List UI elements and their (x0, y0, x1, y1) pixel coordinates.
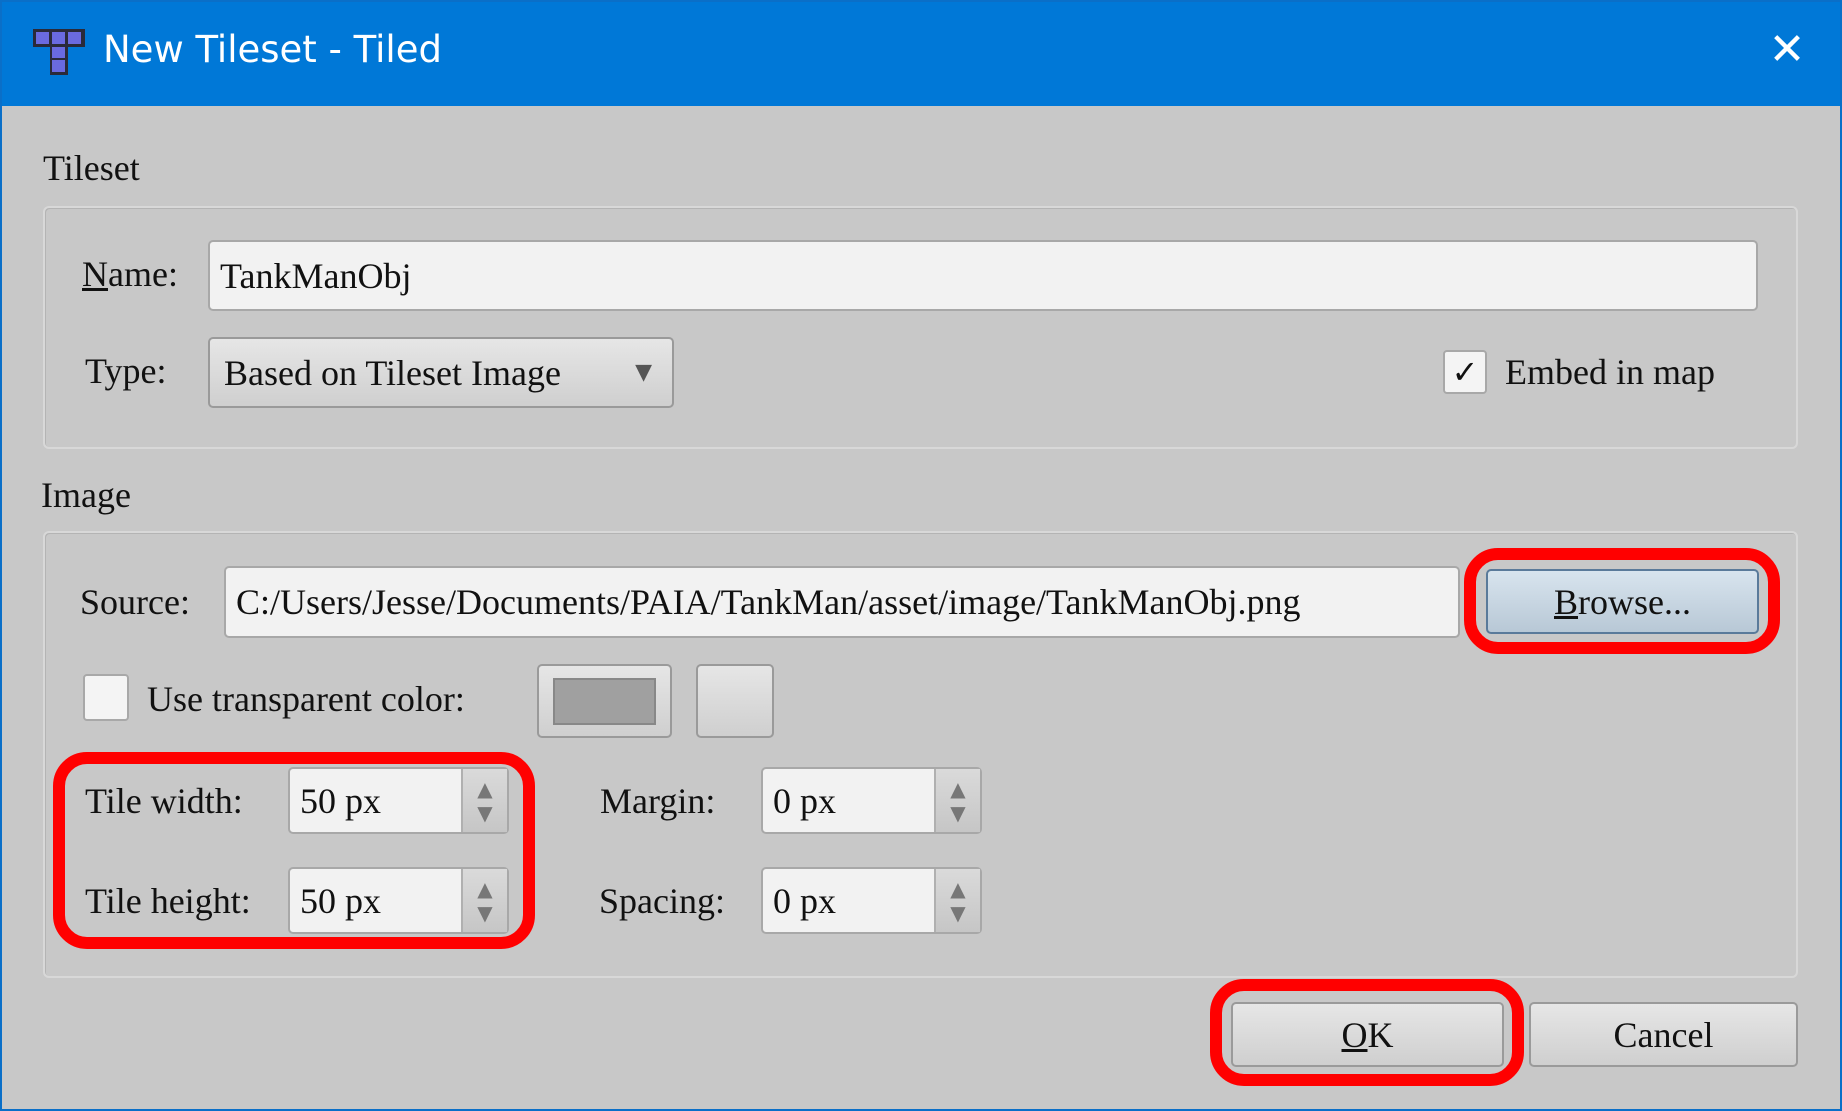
color-swatch (553, 677, 656, 725)
checkmark-icon: ✓ (1451, 353, 1479, 391)
cancel-button[interactable]: Cancel (1529, 1002, 1798, 1067)
tiled-app-icon (33, 29, 85, 75)
highlight-tile-size (53, 752, 535, 949)
source-input[interactable]: C:/Users/Jesse/Documents/PAIA/TankMan/as… (224, 566, 1460, 638)
highlight-ok (1210, 979, 1524, 1086)
color-picker-button[interactable] (537, 664, 672, 738)
margin-value[interactable]: 0 px (763, 769, 934, 832)
image-group-label: Image (41, 475, 131, 515)
source-label: Source: (80, 582, 190, 622)
spin-up-icon[interactable]: ▲ (950, 877, 965, 901)
embed-label: Embed in map (1505, 352, 1715, 392)
margin-label: Margin: (600, 781, 716, 821)
transparent-color-checkbox[interactable] (83, 674, 129, 721)
highlight-browse (1464, 548, 1780, 654)
close-icon[interactable]: ✕ (1762, 22, 1812, 78)
window-title: New Tileset - Tiled (103, 28, 442, 71)
type-dropdown[interactable]: Based on Tileset Image ▼ (208, 337, 674, 408)
spin-down-icon[interactable]: ▼ (950, 901, 965, 925)
name-label: Name: (82, 254, 178, 294)
name-input[interactable]: TankManObj (208, 240, 1758, 311)
embed-checkbox[interactable]: ✓ (1443, 350, 1487, 394)
type-label: Type: (85, 351, 167, 391)
transparent-color-label: Use transparent color: (147, 679, 465, 719)
type-value: Based on Tileset Image (224, 352, 561, 393)
spacing-spinbox[interactable]: 0 px ▲ ▼ (761, 867, 982, 934)
margin-spinbox[interactable]: 0 px ▲ ▼ (761, 767, 982, 834)
spacing-value[interactable]: 0 px (763, 869, 934, 932)
spin-down-icon[interactable]: ▼ (950, 801, 965, 825)
chevron-down-icon: ▼ (635, 360, 652, 385)
spin-up-icon[interactable]: ▲ (950, 777, 965, 801)
spacing-label: Spacing: (599, 881, 725, 921)
clear-color-button[interactable] (696, 664, 774, 738)
tileset-group-label: Tileset (43, 148, 140, 188)
